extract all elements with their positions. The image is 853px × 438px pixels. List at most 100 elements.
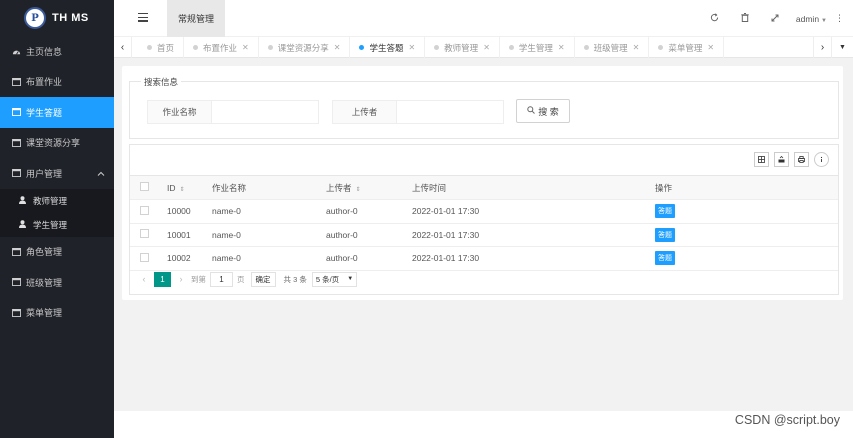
tab-class-management[interactable]: 班级管理 ✕ — [575, 37, 650, 58]
col-label: ID — [167, 182, 176, 193]
sidebar-item-menu-management[interactable]: 菜单管理 — [0, 298, 114, 329]
col-id[interactable]: ID ⇕ — [157, 176, 202, 200]
tab-label: 布置作业 — [203, 42, 238, 53]
app-title: TH MS — [52, 12, 89, 24]
refresh-icon[interactable] — [700, 13, 730, 24]
fullscreen-icon[interactable] — [760, 14, 790, 24]
top-header: 常规管理 admin ▼ ⋮ — [114, 0, 853, 37]
user-icon — [19, 195, 28, 206]
page-current[interactable]: 1 — [154, 271, 171, 287]
col-label: 上传时间 — [412, 182, 447, 193]
goto-label: 到第 — [191, 274, 206, 284]
close-icon[interactable]: ✕ — [707, 43, 714, 52]
sort-icon[interactable]: ⇕ — [356, 187, 361, 193]
sidebar-item-home[interactable]: 主页信息 — [0, 36, 114, 67]
row-checkbox[interactable] — [140, 205, 149, 215]
sidebar-item-role-management[interactable]: 角色管理 — [0, 237, 114, 268]
export-icon[interactable] — [774, 152, 789, 167]
tab-resource-share[interactable]: 课堂资源分享 ✕ — [259, 37, 351, 58]
answer-button[interactable]: 答题 — [655, 204, 675, 219]
tabs-scroll-right-icon[interactable]: › — [813, 37, 831, 58]
row-select-cell — [130, 246, 157, 271]
cell-actions: 答题 — [645, 199, 838, 224]
user-icon — [19, 219, 28, 230]
tab-home[interactable]: 首页 — [138, 37, 185, 58]
close-icon[interactable]: ✕ — [408, 43, 415, 52]
tab-label: 课堂资源分享 — [277, 42, 329, 53]
tab-student-management[interactable]: 学生管理 ✕ — [500, 37, 575, 58]
header-actions: admin ▼ ⋮ — [700, 0, 844, 37]
username: admin — [795, 13, 820, 24]
data-table: ID ⇕ 作业名称 上传者 ⇕ 上传时间 操作 10000 name-0 autho… — [130, 176, 838, 271]
cell-time: 2022-01-01 17:30 — [402, 199, 645, 224]
columns-filter-icon[interactable] — [754, 152, 769, 167]
row-checkbox[interactable] — [140, 252, 149, 262]
col-uploader[interactable]: 上传者 ⇕ — [316, 176, 402, 200]
select-all-cell — [130, 176, 157, 200]
row-checkbox[interactable] — [140, 229, 149, 239]
info-icon[interactable] — [814, 152, 829, 167]
close-icon[interactable]: ✕ — [242, 43, 249, 52]
sidebar-item-student-answer[interactable]: 学生答题 — [0, 97, 114, 128]
watermark: CSDN @script.boy — [734, 413, 840, 427]
header-tab-general[interactable]: 常规管理 — [167, 0, 225, 37]
select-all-checkbox[interactable] — [140, 182, 149, 191]
close-icon[interactable]: ✕ — [334, 43, 341, 52]
homework-name-label: 作业名称 — [148, 101, 212, 123]
user-menu[interactable]: admin ▼ — [796, 14, 827, 24]
sidebar-item-teacher-management[interactable]: 教师管理 — [0, 189, 114, 213]
tab-menu-management[interactable]: 菜单管理 ✕ — [649, 37, 725, 58]
sidebar-item-label: 布置作业 — [26, 77, 63, 88]
sidebar-item-resource-share[interactable]: 课堂资源分享 — [0, 128, 114, 159]
col-homework-name: 作业名称 — [202, 176, 316, 200]
search-button[interactable]: 搜 索 — [516, 99, 570, 123]
sidebar-item-student-management[interactable]: 学生管理 — [0, 213, 114, 237]
sort-icon[interactable]: ⇕ — [180, 187, 185, 193]
print-icon[interactable] — [794, 152, 809, 167]
answer-button[interactable]: 答题 — [655, 227, 675, 242]
sidebar-item-assign-homework[interactable]: 布置作业 — [0, 67, 114, 98]
tab-dot-icon — [267, 45, 273, 50]
goto-confirm-button[interactable]: 确定 — [250, 271, 276, 287]
cell-id: 10000 — [157, 199, 202, 224]
tab-label: 学生答题 — [369, 42, 404, 53]
pagination: ‹ 1 › 到第 1 页 确定 共 3 条 5 条/页 ▼ — [138, 271, 358, 287]
tab-assign-homework[interactable]: 布置作业 ✕ — [184, 37, 259, 58]
uploader-input[interactable] — [397, 101, 503, 123]
tab-dot-icon — [147, 45, 152, 50]
logo-icon: P — [24, 7, 46, 29]
cell-author: author-0 — [316, 199, 402, 224]
table-row: 10000 name-0 author-0 2022-01-01 17:30 答… — [130, 199, 838, 224]
answer-button[interactable]: 答题 — [655, 251, 675, 266]
tab-student-answer[interactable]: 学生答题 ✕ — [350, 37, 426, 58]
tab-teacher-management[interactable]: 教师管理 ✕ — [425, 37, 500, 58]
search-icon — [527, 106, 536, 116]
cell-name: name-0 — [202, 223, 316, 247]
more-vertical-icon[interactable]: ⋮ — [835, 13, 844, 24]
sidebar-item-class-management[interactable]: 班级管理 — [0, 267, 114, 298]
next-page-icon[interactable]: › — [175, 274, 187, 284]
close-icon[interactable]: ✕ — [633, 43, 640, 52]
sidebar-item-user-management[interactable]: 用户管理 — [0, 158, 114, 189]
row-select-cell — [130, 223, 157, 247]
page-size-value: 5 条/页 — [315, 274, 340, 284]
search-fieldset: 搜索信息 作业名称 上传者 搜 索 — [129, 76, 839, 139]
sidebar-item-label: 菜单管理 — [26, 308, 63, 319]
prev-page-icon[interactable]: ‹ — [138, 274, 150, 284]
tab-dot-icon — [583, 45, 589, 50]
uploader-group: 上传者 — [332, 100, 504, 124]
goto-page-input[interactable]: 1 — [210, 271, 233, 287]
close-icon[interactable]: ✕ — [558, 43, 565, 52]
tabs-scroll-left-icon[interactable]: ‹ — [114, 37, 132, 58]
col-label: 操作 — [655, 182, 673, 193]
cell-author: author-0 — [316, 223, 402, 247]
logo[interactable]: P TH MS — [0, 0, 114, 36]
trash-icon[interactable] — [730, 13, 760, 24]
uploader-label: 上传者 — [333, 101, 397, 123]
close-icon[interactable]: ✕ — [483, 43, 490, 52]
menu-toggle-icon[interactable] — [138, 13, 148, 23]
window-icon — [11, 107, 21, 117]
tabs-dropdown-icon[interactable]: ▼ — [831, 37, 853, 58]
page-size-select[interactable]: 5 条/页 ▼ — [311, 271, 358, 287]
homework-name-input[interactable] — [212, 101, 318, 123]
